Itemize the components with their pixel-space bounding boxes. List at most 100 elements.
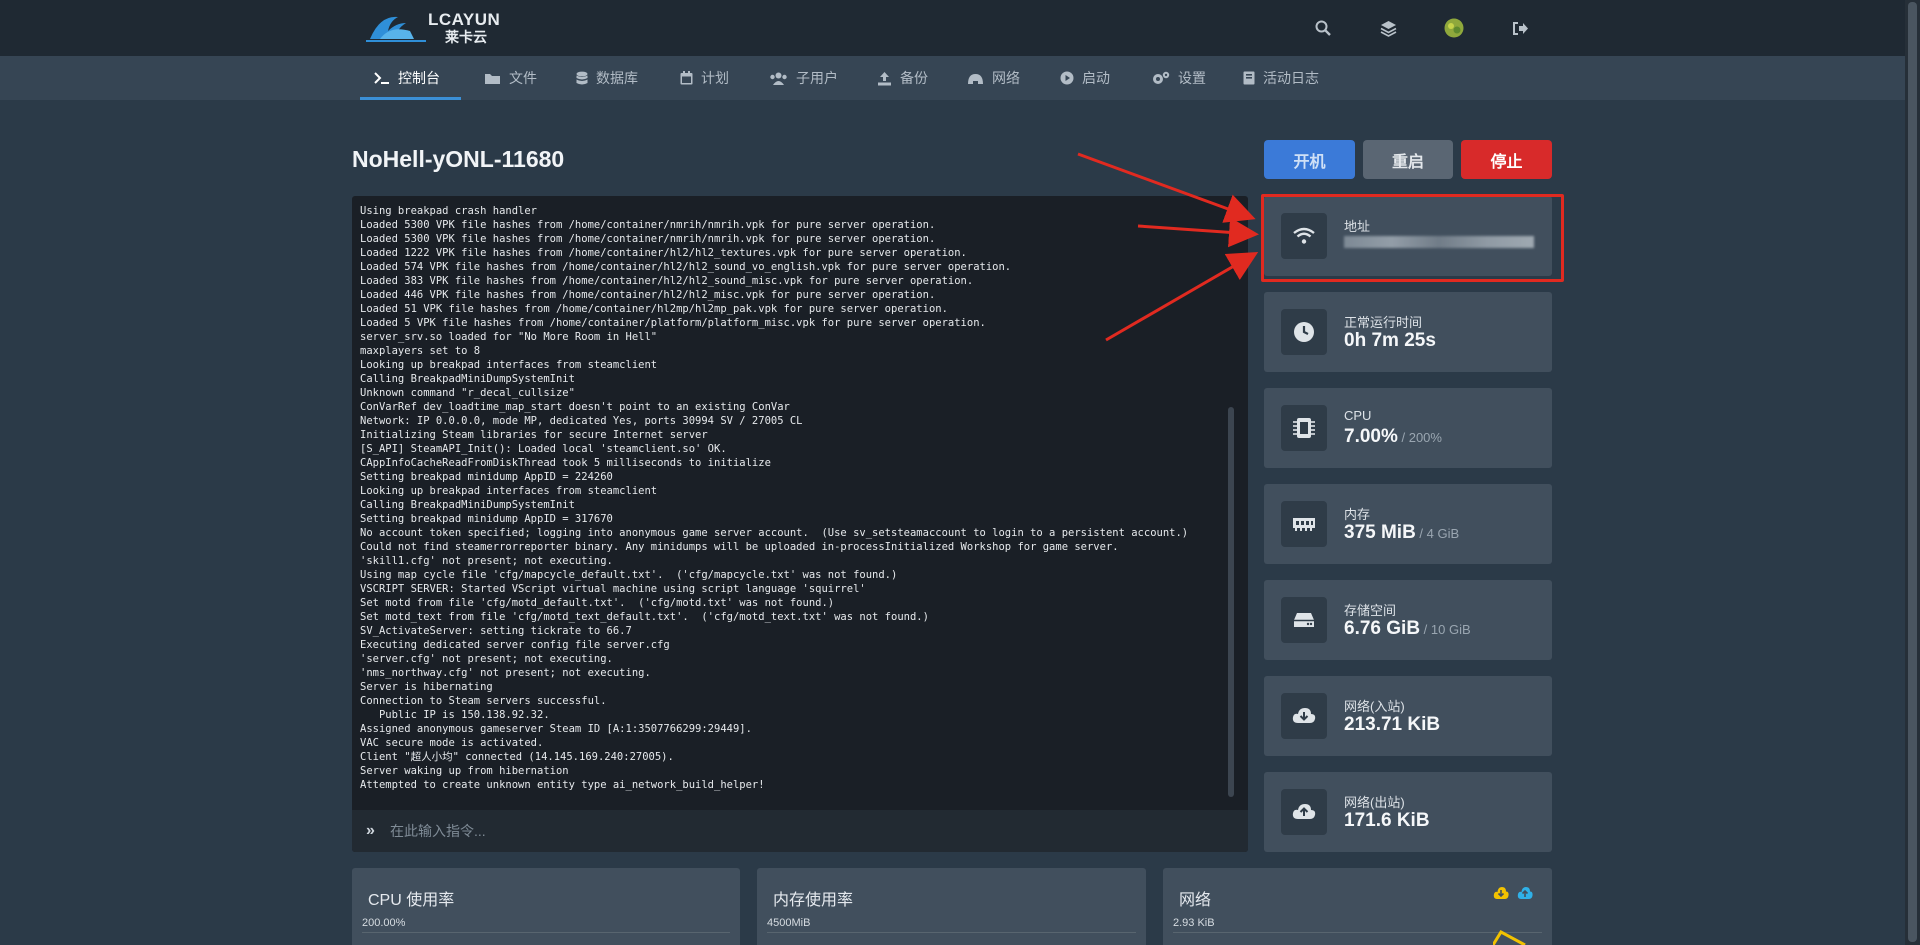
logout-icon[interactable]: [1508, 16, 1532, 40]
console-line: No account token specified; logging into…: [360, 527, 1189, 539]
memory-usage-graph: 内存使用率 4500MiB: [757, 868, 1146, 945]
tab-label: 计划: [701, 70, 729, 86]
console-line: Initializing Steam libraries for secure …: [360, 429, 708, 441]
graph-gridline: [1173, 932, 1542, 933]
tab-backups[interactable]: 备份: [877, 56, 928, 100]
stat-card-network-in: 网络(入站) 213.71 KiB: [1264, 676, 1552, 756]
stat-value: 213.71 KiB: [1344, 714, 1441, 735]
console-line: server_srv.so loaded for "No More Room i…: [360, 331, 658, 343]
stat-label: 正常运行时间: [1344, 315, 1423, 330]
console-line: maxplayers set to 8: [360, 345, 481, 357]
console-line: 'nms_northway.cfg' not present; not exec…: [360, 667, 651, 679]
console-input-bar: »: [352, 810, 1248, 852]
tab-subusers[interactable]: 子用户: [769, 56, 838, 100]
graph-title: 网络: [1179, 892, 1212, 909]
console-line: ConVarRef dev_loadtime_map_start doesn't…: [360, 401, 790, 413]
logo-subtitle: 莱卡云: [445, 29, 487, 45]
search-icon[interactable]: [1311, 16, 1335, 40]
console-line: Executing dedicated server config file s…: [360, 639, 670, 651]
console-line: [S_API] SteamAPI_Init(): Loaded local 's…: [360, 443, 727, 455]
console-line: Loaded 5300 VPK file hashes from /home/c…: [360, 233, 936, 245]
stat-card-storage: 存储空间 6.76 GiB / 10 GiB: [1264, 580, 1552, 660]
database-icon: [576, 71, 588, 86]
stat-card-network-out: 网络(出站) 171.6 KiB: [1264, 772, 1552, 852]
console-line: Assigned anonymous gameserver Steam ID […: [360, 723, 752, 735]
memory-icon: [1281, 501, 1327, 547]
console-line: VSCRIPT SERVER: Started VScript virtual …: [360, 583, 866, 595]
stat-card-cpu: CPU 7.00% / 200%: [1264, 388, 1552, 468]
cloud-download-icon: [1281, 693, 1327, 739]
console-line: Loaded 574 VPK file hashes from /home/co…: [360, 261, 1012, 273]
console-line: Calling BreakpadMiniDumpSystemInit: [360, 499, 575, 511]
tab-label: 网络: [992, 70, 1020, 86]
prompt-icon: »: [366, 822, 375, 839]
tab-startup[interactable]: 启动: [1060, 56, 1110, 100]
graph-y-max: 200.00%: [362, 917, 406, 929]
console-line: Network: IP 0.0.0.0, mode MP, dedicated …: [360, 415, 803, 427]
tab-label: 启动: [1082, 70, 1110, 86]
tab-label: 数据库: [596, 70, 638, 86]
restart-button[interactable]: 重启: [1363, 140, 1453, 179]
console-line: Loaded 446 VPK file hashes from /home/co…: [360, 289, 936, 301]
terminal-icon: [374, 71, 390, 85]
cloud-download-legend-icon[interactable]: [1493, 886, 1509, 902]
console-line: Looking up breakpad interfaces from stea…: [360, 359, 658, 371]
tab-console[interactable]: 控制台: [374, 56, 440, 100]
clock-icon: [1281, 309, 1327, 355]
book-icon: [1243, 71, 1255, 85]
folder-icon: [484, 72, 501, 85]
tab-settings[interactable]: 设置: [1151, 56, 1206, 100]
stat-value: 7.00% / 200%: [1344, 426, 1442, 447]
graph-gridline: [362, 932, 730, 933]
network-icon: [967, 72, 984, 85]
console-line: Attempted to create unknown entity type …: [360, 779, 765, 791]
tab-label: 控制台: [398, 70, 440, 86]
stat-value: 6.76 GiB / 10 GiB: [1344, 618, 1471, 639]
network-in-series-line: [1493, 930, 1526, 945]
hdd-icon: [1281, 597, 1327, 643]
stat-label: 网络(入站): [1344, 699, 1405, 714]
cloud-upload-legend-icon[interactable]: [1517, 886, 1533, 902]
users-icon: [769, 72, 788, 85]
command-input[interactable]: [390, 818, 1230, 844]
console-line: Set motd_text from file 'cfg/motd_text_d…: [360, 611, 929, 623]
start-button[interactable]: 开机: [1264, 140, 1355, 179]
network-graph: 网络 2.93 KiB: [1163, 868, 1552, 945]
tab-activity-log[interactable]: 活动日志: [1243, 56, 1319, 100]
console-line: Connection to Steam servers successful.: [360, 695, 607, 707]
tab-label: 设置: [1178, 70, 1206, 86]
stat-label: 内存: [1344, 507, 1371, 522]
tab-network[interactable]: 网络: [967, 56, 1020, 100]
console-line: SV_ActivateServer: setting tickrate to 6…: [360, 625, 632, 637]
layers-icon[interactable]: [1376, 16, 1400, 40]
tab-label: 活动日志: [1263, 70, 1319, 86]
console-scrollbar[interactable]: [1228, 407, 1234, 797]
active-tab-indicator: [360, 97, 461, 100]
graph-title: CPU 使用率: [368, 892, 455, 909]
console-line: Loaded 5300 VPK file hashes from /home/c…: [360, 219, 936, 231]
tab-schedule[interactable]: 计划: [680, 56, 729, 100]
graph-gridline: [767, 932, 1136, 933]
console-line: Could not find steamerrorreporter binary…: [360, 541, 1119, 553]
tab-files[interactable]: 文件: [484, 56, 537, 100]
calendar-icon: [680, 71, 693, 85]
top-header: LCAYUN 莱卡云: [0, 0, 1905, 56]
avatar[interactable]: [1442, 16, 1466, 40]
stat-value: 375 MiB / 4 GiB: [1344, 522, 1460, 543]
console-line: Setting breakpad minidump AppID = 224260: [360, 471, 613, 483]
window-scrollbar[interactable]: [1908, 2, 1917, 942]
stat-card-uptime: 正常运行时间 0h 7m 25s: [1264, 292, 1552, 372]
console-line: Using breakpad crash handler: [360, 205, 538, 217]
stat-card-memory: 内存 375 MiB / 4 GiB: [1264, 484, 1552, 564]
console-panel: Using breakpad crash handler Loaded 5300 …: [352, 196, 1248, 852]
console-line: Unknown command "r_decal_cullsize": [360, 387, 575, 399]
graph-y-max: 2.93 KiB: [1173, 917, 1215, 929]
console-line: CAppInfoCacheReadFromDiskThread took 5 m…: [360, 457, 771, 469]
stop-button[interactable]: 停止: [1461, 140, 1552, 179]
graph-y-max: 4500MiB: [767, 917, 811, 929]
console-line: Calling BreakpadMiniDumpSystemInit: [360, 373, 575, 385]
console-line: Public IP is 150.138.92.32.: [360, 709, 550, 721]
tab-database[interactable]: 数据库: [576, 56, 638, 100]
stat-value: 0h 7m 25s: [1344, 330, 1436, 351]
console-line: VAC secure mode is activated.: [360, 737, 544, 749]
